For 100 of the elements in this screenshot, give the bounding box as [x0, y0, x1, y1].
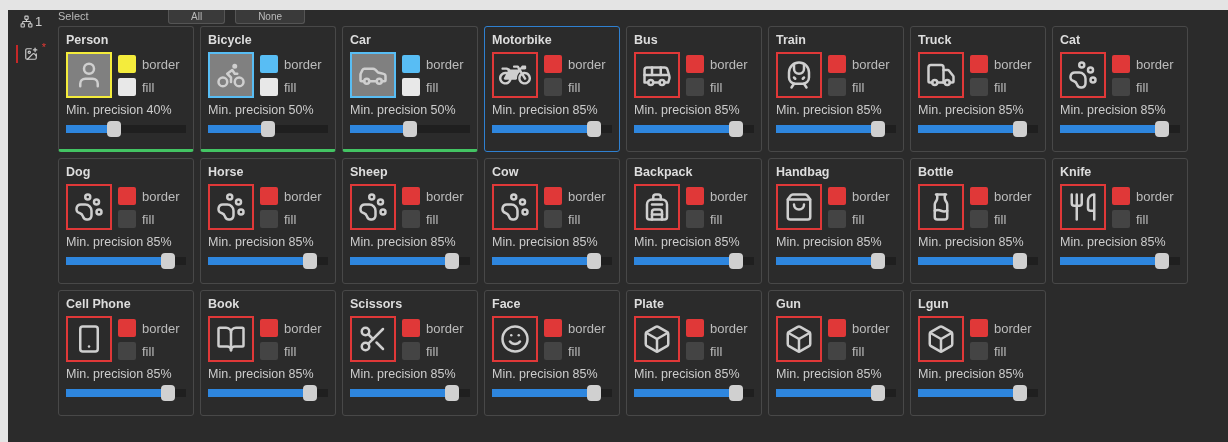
cube-icon — [784, 324, 814, 354]
color-swatch[interactable] — [118, 55, 136, 73]
fill-checkbox[interactable] — [686, 78, 704, 96]
slider-thumb[interactable] — [303, 253, 317, 269]
class-card[interactable]: Truck border fill Min. precision 85% — [910, 26, 1046, 152]
color-swatch[interactable] — [970, 187, 988, 205]
fill-checkbox[interactable] — [402, 78, 420, 96]
fill-checkbox[interactable] — [1112, 78, 1130, 96]
class-card[interactable]: Gun border fill Min. precision 85% — [768, 290, 904, 416]
slider-thumb[interactable] — [1013, 385, 1027, 401]
fill-checkbox[interactable] — [118, 78, 136, 96]
class-card[interactable]: Scissors border fill Min. precision 85% — [342, 290, 478, 416]
color-swatch[interactable] — [686, 55, 704, 73]
color-swatch[interactable] — [828, 187, 846, 205]
slider-thumb[interactable] — [871, 385, 885, 401]
slider-thumb[interactable] — [587, 253, 601, 269]
fill-checkbox[interactable] — [544, 78, 562, 96]
slider-thumb[interactable] — [161, 253, 175, 269]
slider-thumb[interactable] — [729, 385, 743, 401]
fill-checkbox[interactable] — [970, 78, 988, 96]
color-swatch[interactable] — [970, 55, 988, 73]
fill-checkbox[interactable] — [686, 210, 704, 228]
class-name: Cow — [492, 165, 520, 181]
select-button[interactable]: None — [235, 10, 306, 24]
slider-thumb[interactable] — [587, 385, 601, 401]
class-card[interactable]: Train border fill Min. precision 85% — [768, 26, 904, 152]
fill-checkbox[interactable] — [402, 210, 420, 228]
slider-thumb[interactable] — [403, 121, 417, 137]
class-card[interactable]: Cat border fill Min. precision 85% — [1052, 26, 1188, 152]
class-card[interactable]: Cell Phone border fill Min. precision 85% — [58, 290, 194, 416]
color-swatch[interactable] — [260, 55, 278, 73]
class-card[interactable]: Bus border fill Min. precision 85% — [626, 26, 762, 152]
color-swatch[interactable] — [1112, 55, 1130, 73]
class-name: Sheep — [350, 165, 389, 181]
class-card[interactable]: Face border fill Min. precision 85% — [484, 290, 620, 416]
fill-checkbox[interactable] — [544, 210, 562, 228]
class-card[interactable]: Horse border fill Min. precision 85% — [200, 158, 336, 284]
fill-checkbox[interactable] — [260, 78, 278, 96]
fill-checkbox[interactable] — [970, 342, 988, 360]
color-swatch[interactable] — [970, 319, 988, 337]
class-card[interactable]: Dog border fill Min. precision 85% — [58, 158, 194, 284]
fill-checkbox[interactable] — [970, 210, 988, 228]
fill-checkbox[interactable] — [260, 210, 278, 228]
slider-thumb[interactable] — [107, 121, 121, 137]
fill-checkbox[interactable] — [828, 210, 846, 228]
fill-checkbox[interactable] — [260, 342, 278, 360]
slider-thumb[interactable] — [445, 253, 459, 269]
color-swatch[interactable] — [686, 187, 704, 205]
class-card[interactable]: Lgun border fill Min. precision 85% — [910, 290, 1046, 416]
fill-checkbox[interactable] — [118, 342, 136, 360]
slider-thumb[interactable] — [729, 253, 743, 269]
fill-checkbox[interactable] — [118, 210, 136, 228]
slider-thumb[interactable] — [729, 121, 743, 137]
color-swatch[interactable] — [828, 319, 846, 337]
fill-checkbox[interactable] — [828, 78, 846, 96]
color-swatch[interactable] — [544, 319, 562, 337]
class-card[interactable]: Book border fill Min. precision 85% — [200, 290, 336, 416]
class-card[interactable]: Bottle border fill Min. precision 85% — [910, 158, 1046, 284]
class-card[interactable]: Knife border fill Min. precision 85% — [1052, 158, 1188, 284]
color-swatch[interactable] — [402, 187, 420, 205]
class-card[interactable]: Cow border fill Min. precision 85% — [484, 158, 620, 284]
select-button[interactable]: All — [168, 10, 226, 24]
slider-thumb[interactable] — [587, 121, 601, 137]
color-swatch[interactable] — [686, 319, 704, 337]
sidebar-item[interactable]: 1 — [11, 12, 49, 31]
color-swatch[interactable] — [544, 187, 562, 205]
class-card[interactable]: Plate border fill Min. precision 85% — [626, 290, 762, 416]
fill-checkbox[interactable] — [1112, 210, 1130, 228]
slider-thumb[interactable] — [871, 121, 885, 137]
color-swatch[interactable] — [1112, 187, 1130, 205]
slider-thumb[interactable] — [261, 121, 275, 137]
precision-label: Min. precision 85% — [634, 367, 741, 381]
class-card[interactable]: Sheep border fill Min. precision 85% — [342, 158, 478, 284]
color-swatch[interactable] — [402, 55, 420, 73]
slider-thumb[interactable] — [161, 385, 175, 401]
fill-checkbox[interactable] — [686, 342, 704, 360]
fill-checkbox[interactable] — [828, 342, 846, 360]
color-swatch[interactable] — [118, 187, 136, 205]
slider-thumb[interactable] — [1155, 253, 1169, 269]
class-card[interactable]: Car border fill Min. precision 50% — [342, 26, 478, 152]
class-card[interactable]: Handbag border fill Min. precision 85% — [768, 158, 904, 284]
class-card[interactable]: Motorbike border fill Min. precision 85% — [484, 26, 620, 152]
color-swatch[interactable] — [544, 55, 562, 73]
class-card[interactable]: Person border fill Min. precision 40% — [58, 26, 194, 152]
color-swatch[interactable] — [118, 319, 136, 337]
slider-thumb[interactable] — [1013, 121, 1027, 137]
fill-checkbox[interactable] — [402, 342, 420, 360]
fill-checkbox[interactable] — [544, 342, 562, 360]
color-swatch[interactable] — [402, 319, 420, 337]
slider-thumb[interactable] — [445, 385, 459, 401]
class-card[interactable]: Backpack border fill Min. precision 85% — [626, 158, 762, 284]
sidebar-item[interactable]: * — [16, 45, 44, 63]
slider-thumb[interactable] — [1155, 121, 1169, 137]
slider-thumb[interactable] — [871, 253, 885, 269]
color-swatch[interactable] — [828, 55, 846, 73]
class-card[interactable]: Bicycle border fill Min. precision 50% — [200, 26, 336, 152]
color-swatch[interactable] — [260, 187, 278, 205]
slider-thumb[interactable] — [1013, 253, 1027, 269]
slider-thumb[interactable] — [303, 385, 317, 401]
color-swatch[interactable] — [260, 319, 278, 337]
